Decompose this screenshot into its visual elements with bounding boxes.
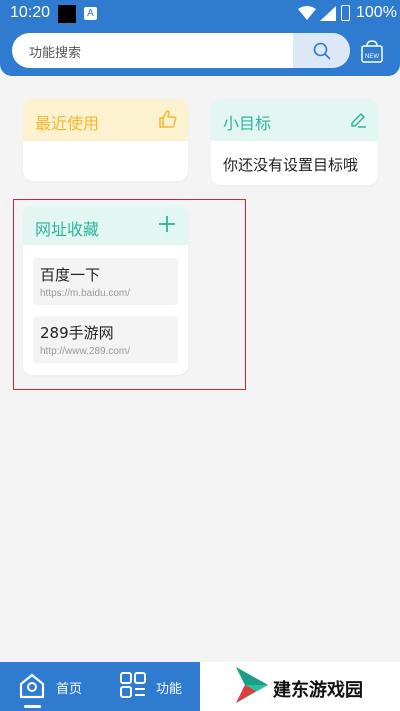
recent-card-header: 最近使用 (23, 99, 188, 141)
grid-list-icon (120, 672, 146, 698)
edit-icon[interactable] (348, 109, 368, 129)
new-badge-text: NEW (365, 54, 379, 60)
watermark-logo: 建东游戏园 (200, 662, 400, 711)
bottom-tab-bar: 首页 功能 (0, 662, 200, 711)
highlight-box (13, 199, 246, 390)
tab-function[interactable]: 功能 (100, 662, 200, 711)
app-header: 10:20 A 100% 功能搜索 NEW (0, 0, 400, 76)
tab-function-label: 功能 (156, 682, 183, 697)
recent-card-title: 最近使用 (35, 114, 100, 133)
watermark-text: 建东游戏园 (273, 680, 363, 701)
thumbs-up-icon (159, 110, 177, 128)
goal-card[interactable]: 小目标 你还没有设置目标哦 (211, 99, 378, 185)
goal-card-title: 小目标 (223, 114, 272, 133)
battery-icon (341, 5, 350, 21)
recent-card[interactable]: 最近使用 (23, 99, 188, 181)
tab-home[interactable]: 首页 (0, 662, 100, 711)
battery-percent: 100% (356, 4, 397, 21)
status-bar: 10:20 A 100% (0, 0, 400, 28)
search-bar[interactable]: 功能搜索 (12, 33, 350, 68)
notification-icon (58, 5, 76, 23)
home-icon (19, 673, 45, 699)
play-logo-icon (236, 667, 268, 703)
goal-empty-text: 你还没有设置目标哦 (223, 156, 359, 174)
wifi-icon (298, 6, 316, 20)
goal-card-header: 小目标 (211, 99, 378, 141)
search-button[interactable] (293, 33, 350, 68)
status-time: 10:20 (10, 4, 51, 21)
search-placeholder: 功能搜索 (29, 46, 82, 61)
search-icon (313, 42, 331, 60)
notification-a-icon: A (84, 7, 97, 20)
signal-icon (320, 6, 336, 21)
active-tab-indicator (24, 705, 41, 708)
tab-home-label: 首页 (56, 682, 83, 697)
new-store-icon[interactable]: NEW (360, 38, 384, 64)
